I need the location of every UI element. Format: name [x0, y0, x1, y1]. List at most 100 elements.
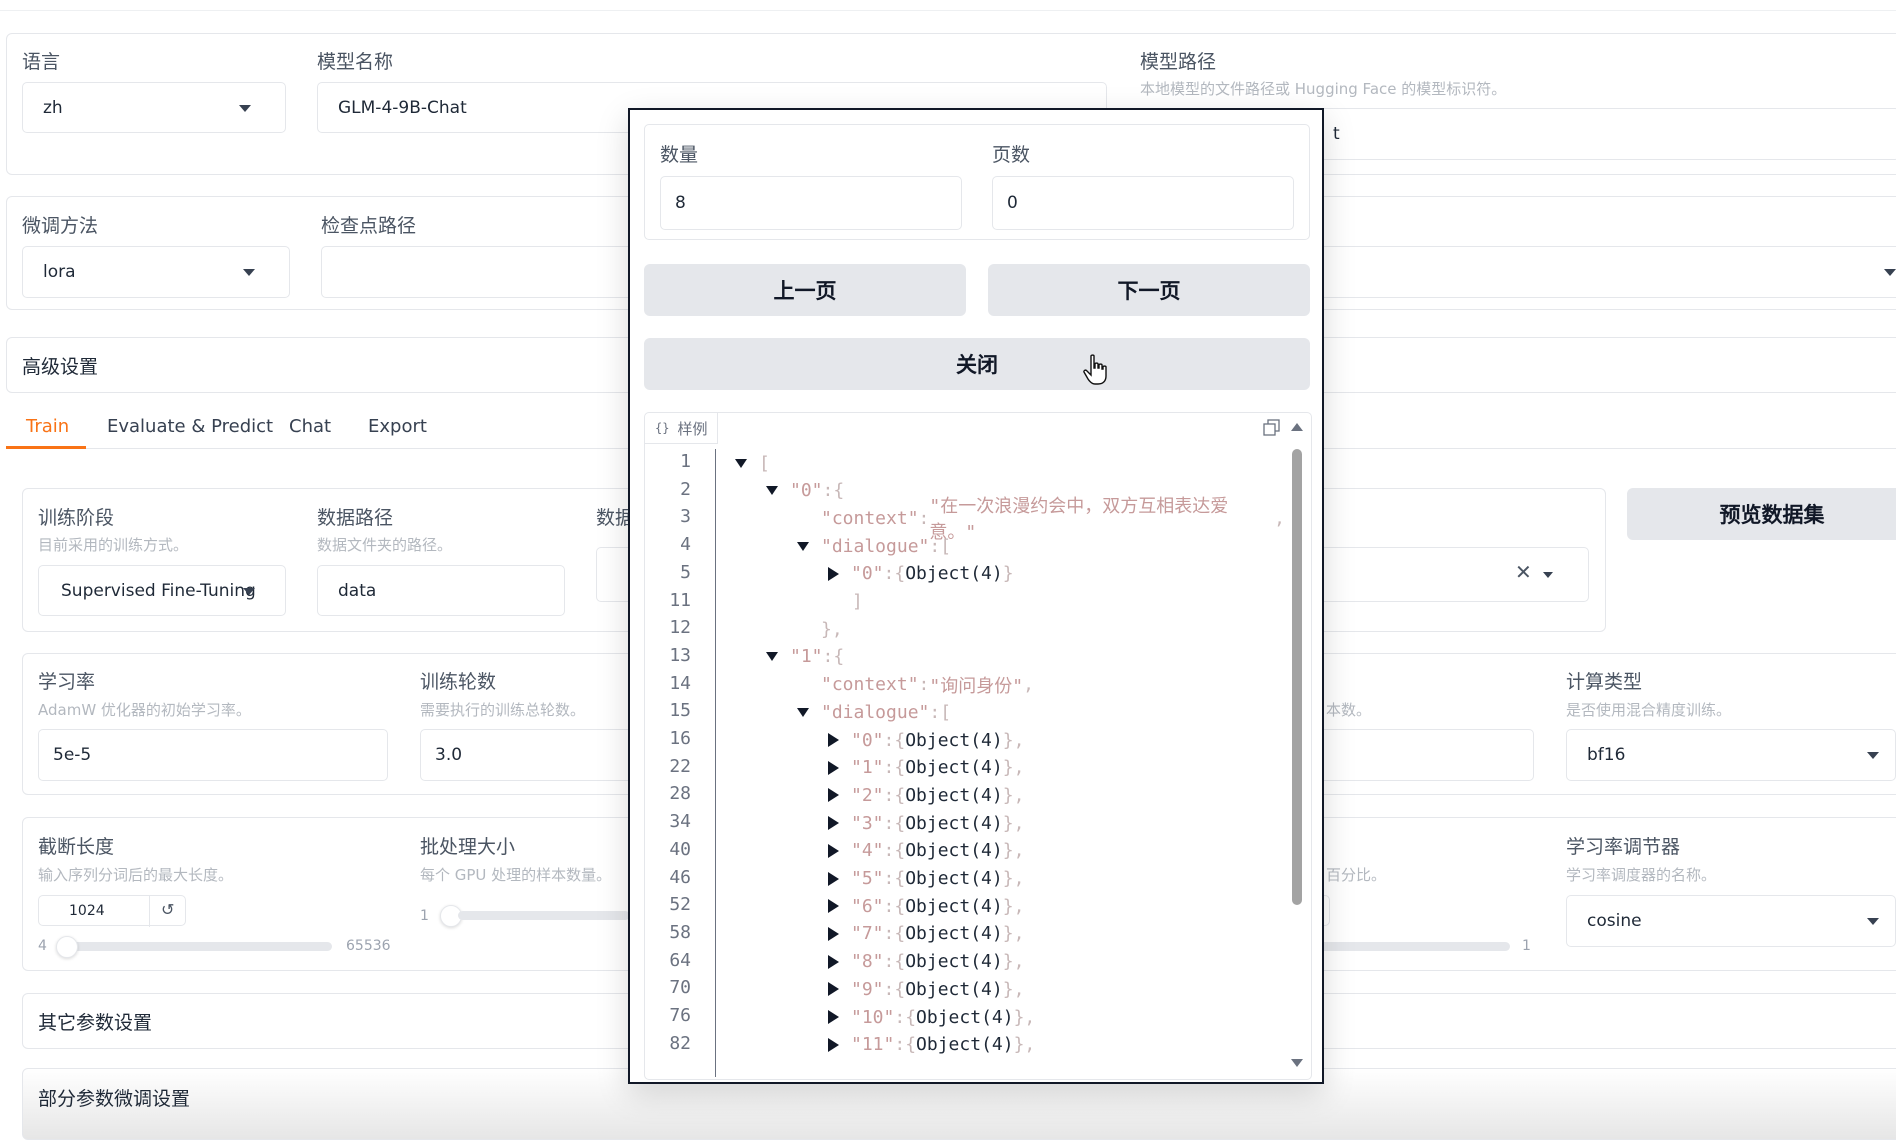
line-number: 15: [669, 700, 691, 722]
tab-train[interactable]: Train: [26, 416, 69, 437]
epochs-value: 3.0: [435, 745, 463, 765]
json-code: 1[2 "0":{3 "context": "在一次浪漫约会中，双方互相表达爱意。",…: [645, 449, 1285, 1077]
expand-toggle-icon[interactable]: [828, 899, 839, 914]
collapse-toggle-icon[interactable]: [797, 541, 809, 551]
expand-toggle-icon[interactable]: [828, 566, 839, 581]
tab-chat[interactable]: Chat: [289, 416, 331, 437]
line-number: 46: [669, 866, 691, 888]
chevron-down-icon: [243, 588, 255, 595]
preview-dataset-button[interactable]: 预览数据集: [1627, 488, 1896, 540]
json-token: "询问身份": [929, 675, 1024, 697]
other-params-label: 其它参数设置: [38, 1012, 153, 1034]
data-dir-input[interactable]: data: [317, 565, 565, 616]
json-token: "5": [851, 868, 884, 889]
json-label-tag: {} 样例: [645, 413, 719, 444]
collapse-toggle-icon[interactable]: [766, 652, 778, 662]
expand-toggle-icon[interactable]: [828, 926, 839, 941]
partial-params-label: 部分参数微调设置: [38, 1088, 191, 1110]
json-token: :: [918, 674, 930, 696]
cutoff-slider-track[interactable]: [62, 942, 332, 951]
line-number: 5: [680, 561, 691, 583]
next-page-button[interactable]: 下一页: [988, 264, 1310, 316]
json-token: :: [883, 840, 895, 862]
line-number: 3: [680, 506, 691, 528]
batch-slider-track[interactable]: [458, 911, 630, 920]
json-token: "0": [851, 729, 884, 751]
reset-icon[interactable]: ↺: [161, 900, 174, 919]
compute-type-dropdown[interactable]: bf16: [1566, 729, 1896, 781]
json-token: },: [1002, 978, 1025, 1000]
language-dropdown[interactable]: zh: [22, 82, 286, 133]
expand-toggle-icon[interactable]: [828, 1037, 839, 1052]
cutoff-number-input[interactable]: 1024 ↺: [38, 895, 186, 927]
json-token: },: [1002, 812, 1025, 834]
copy-icon[interactable]: [1263, 419, 1281, 437]
tab-export[interactable]: Export: [368, 416, 427, 437]
expand-toggle-icon[interactable]: [828, 760, 839, 775]
json-token: "在一次浪漫约会中，双方互相表达爱意。": [929, 496, 1229, 544]
finetune-dropdown[interactable]: lora: [22, 246, 290, 298]
json-token: :: [883, 951, 895, 973]
lr-input[interactable]: 5e-5: [38, 729, 388, 781]
json-line: "0":{: [766, 477, 844, 505]
max-samples-input[interactable]: [1290, 729, 1534, 781]
json-token: },: [1002, 868, 1025, 889]
json-token: {: [894, 895, 906, 917]
collapse-toggle-icon[interactable]: [735, 458, 747, 468]
clear-icon[interactable]: ✕: [1515, 560, 1532, 584]
scheduler-dropdown[interactable]: cosine: [1566, 895, 1896, 947]
json-line: },: [797, 615, 843, 643]
json-token: :: [883, 978, 895, 1000]
json-token: "dialogue": [821, 701, 930, 723]
expand-toggle-icon[interactable]: [828, 733, 839, 747]
json-token: :: [883, 757, 895, 779]
batch-size-info: 每个 GPU 处理的样本数量。: [420, 866, 612, 884]
line-number: 34: [669, 811, 691, 833]
lr-value: 5e-5: [53, 745, 92, 765]
count-label: 数量: [660, 144, 699, 166]
top-strip: [0, 0, 1896, 11]
count-input[interactable]: 8: [660, 176, 962, 230]
scroll-down-icon[interactable]: [1291, 1059, 1303, 1067]
json-token: {: [894, 868, 906, 889]
cutoff-slider-handle[interactable]: [56, 936, 79, 958]
json-token: },: [1002, 923, 1025, 945]
expand-toggle-icon[interactable]: [828, 1010, 839, 1024]
expand-toggle-icon[interactable]: [828, 982, 839, 997]
line-number: 40: [669, 838, 691, 860]
right-slider-track[interactable]: [1320, 942, 1510, 951]
json-token: {: [894, 563, 906, 585]
model-path-info: 本地模型的文件路径或 Hugging Face 的模型标识符。: [1140, 80, 1507, 98]
page-value: 0: [1007, 193, 1018, 213]
json-token: "10": [851, 1006, 895, 1028]
expand-toggle-icon[interactable]: [828, 954, 839, 969]
scroll-up-icon[interactable]: [1291, 423, 1303, 431]
json-token: "dialogue": [821, 535, 930, 557]
collapse-toggle-icon[interactable]: [797, 707, 809, 717]
tab-active-indicator: [6, 446, 86, 449]
json-token: :: [822, 646, 834, 668]
tab-evaluate-predict[interactable]: Evaluate & Predict: [107, 416, 273, 437]
finetune-value: lora: [43, 262, 76, 282]
json-line: "1":{: [766, 643, 844, 671]
json-token: :: [918, 507, 930, 529]
expand-toggle-icon[interactable]: [828, 843, 839, 858]
json-token: Object(4): [905, 895, 1003, 917]
json-token: :: [929, 701, 941, 723]
json-token: Object(4): [905, 812, 1003, 834]
expand-toggle-icon[interactable]: [828, 871, 839, 886]
json-token: :: [883, 784, 895, 806]
expand-toggle-icon[interactable]: [828, 816, 839, 831]
prev-page-button[interactable]: 上一页: [644, 264, 966, 316]
json-token: "2": [851, 784, 884, 806]
cutoff-max: 65536: [346, 938, 391, 954]
collapse-toggle-icon[interactable]: [766, 486, 778, 496]
json-token: },: [1013, 1006, 1036, 1028]
page-input[interactable]: 0: [992, 176, 1294, 230]
stage-dropdown[interactable]: Supervised Fine-Tuning: [38, 565, 286, 616]
close-button[interactable]: 关闭: [644, 338, 1310, 390]
expand-toggle-icon[interactable]: [828, 788, 839, 803]
json-line: "1":{ Object(4) },: [828, 754, 1024, 782]
json-token: },: [1002, 840, 1025, 862]
scrollbar-thumb[interactable]: [1292, 449, 1302, 905]
